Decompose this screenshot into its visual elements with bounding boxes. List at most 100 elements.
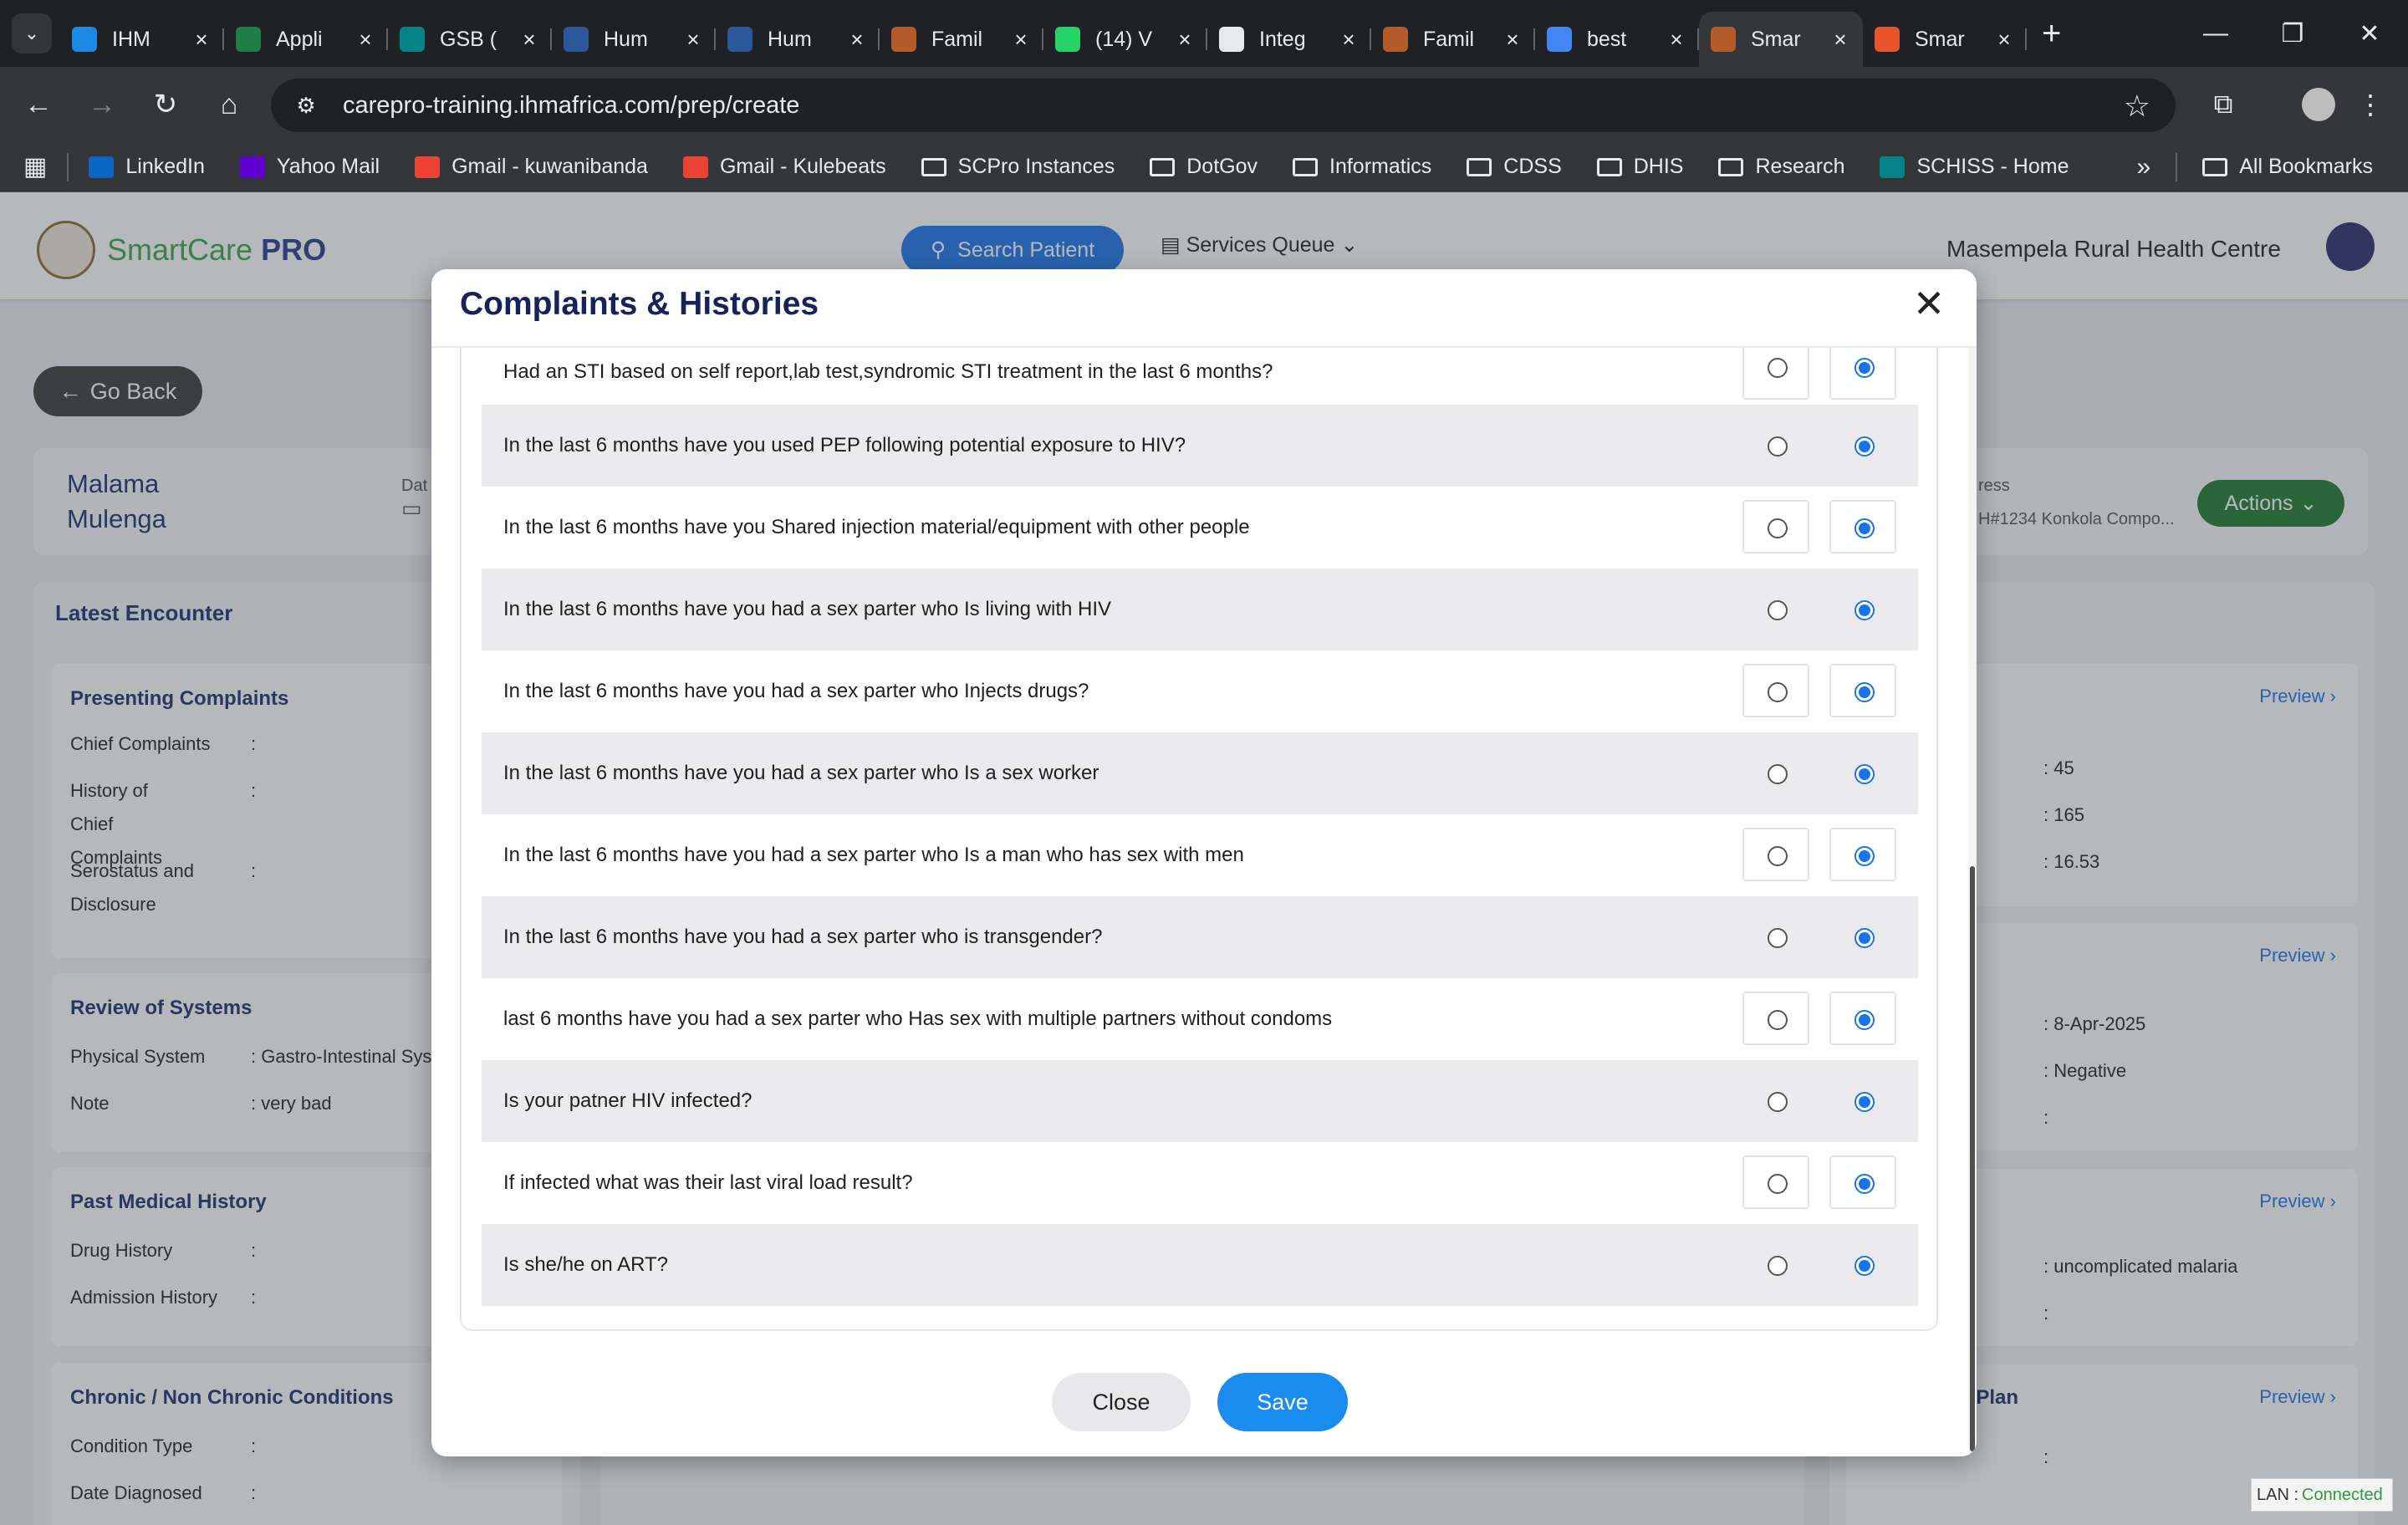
browser-tab[interactable]: GSB (× xyxy=(388,12,552,67)
browser-tab[interactable]: Smar × xyxy=(1699,12,1863,67)
site-info-icon[interactable]: ⚙ xyxy=(279,93,333,119)
modal-close-button[interactable]: ✕ xyxy=(1908,282,1950,325)
answer-yes-radio[interactable] xyxy=(1854,1256,1875,1276)
new-tab-button[interactable]: + xyxy=(2042,15,2061,53)
answer-yes-radio[interactable] xyxy=(1854,358,1875,378)
answer-yes-cell[interactable] xyxy=(1829,418,1896,472)
browser-tab[interactable]: Integ × xyxy=(1207,12,1371,67)
tab-close-icon[interactable]: × xyxy=(1993,27,2015,53)
address-bar[interactable]: ⚙ carepro-training.ihmafrica.com/prep/cr… xyxy=(271,79,2176,132)
answer-yes-radio[interactable] xyxy=(1854,436,1875,456)
more-bookmarks-icon[interactable]: » xyxy=(2137,153,2151,181)
tab-close-icon[interactable]: × xyxy=(1338,27,1360,53)
url-text[interactable]: carepro-training.ihmafrica.com/prep/crea… xyxy=(343,92,799,120)
answer-yes-radio[interactable] xyxy=(1854,600,1875,620)
answer-no-cell[interactable] xyxy=(1742,664,1809,717)
answer-no-radio[interactable] xyxy=(1768,928,1788,948)
bookmark-item[interactable]: Gmail - Kulebeats xyxy=(682,155,886,179)
bookmark-item[interactable]: SCPro Instances xyxy=(921,155,1115,179)
answer-no-cell[interactable] xyxy=(1742,910,1809,963)
answer-no-radio[interactable] xyxy=(1768,518,1788,538)
answer-yes-cell[interactable] xyxy=(1829,582,1896,635)
answer-no-cell[interactable] xyxy=(1742,1155,1809,1209)
bookmark-item[interactable]: Research xyxy=(1718,155,1844,179)
window-close-button[interactable]: ✕ xyxy=(2331,0,2408,67)
reload-button[interactable]: ↻ xyxy=(140,79,191,130)
answer-yes-radio[interactable] xyxy=(1854,764,1875,784)
answer-yes-radio[interactable] xyxy=(1854,518,1875,538)
browser-tab[interactable]: Famil × xyxy=(880,12,1043,67)
answer-no-radio[interactable] xyxy=(1768,1256,1788,1276)
answer-no-cell[interactable] xyxy=(1742,500,1809,553)
all-bookmarks-button[interactable]: All Bookmarks xyxy=(2202,155,2373,179)
answer-no-radio[interactable] xyxy=(1768,600,1788,620)
answer-yes-radio[interactable] xyxy=(1854,682,1875,702)
answer-yes-radio[interactable] xyxy=(1854,1174,1875,1194)
answer-no-radio[interactable] xyxy=(1768,1010,1788,1030)
answer-no-cell[interactable] xyxy=(1742,746,1809,799)
answer-no-radio[interactable] xyxy=(1768,1174,1788,1194)
bookmark-item[interactable]: Gmail - kuwanibanda xyxy=(415,155,648,179)
answer-yes-radio[interactable] xyxy=(1854,928,1875,948)
answer-yes-cell[interactable] xyxy=(1829,1155,1896,1209)
answer-yes-cell[interactable] xyxy=(1829,1074,1896,1127)
browser-tab[interactable]: Smar × xyxy=(1863,12,2027,67)
scrollbar-thumb[interactable] xyxy=(1970,866,1975,1451)
answer-yes-cell[interactable] xyxy=(1829,828,1896,881)
answer-no-cell[interactable] xyxy=(1742,418,1809,472)
home-button[interactable]: ⌂ xyxy=(204,79,254,130)
answer-no-radio[interactable] xyxy=(1768,764,1788,784)
tab-close-icon[interactable]: × xyxy=(1829,27,1851,53)
bookmark-item[interactable]: Yahoo Mail xyxy=(239,155,380,179)
tab-close-icon[interactable]: × xyxy=(1502,27,1523,53)
browser-menu-button[interactable]: ⋮ xyxy=(2348,77,2393,132)
answer-yes-cell[interactable] xyxy=(1829,500,1896,553)
answer-no-radio[interactable] xyxy=(1768,846,1788,866)
bookmark-item[interactable]: DotGov xyxy=(1150,155,1258,179)
answer-no-radio[interactable] xyxy=(1768,358,1788,378)
answer-yes-cell[interactable] xyxy=(1829,664,1896,717)
tab-close-icon[interactable]: × xyxy=(846,27,868,53)
browser-tab[interactable]: best × xyxy=(1535,12,1699,67)
bookmark-item[interactable]: DHIS xyxy=(1596,155,1683,179)
answer-yes-radio[interactable] xyxy=(1854,846,1875,866)
tab-close-icon[interactable]: × xyxy=(1174,27,1196,53)
tab-close-icon[interactable]: × xyxy=(355,27,376,53)
tab-close-icon[interactable]: × xyxy=(191,27,212,53)
save-button[interactable]: Save xyxy=(1217,1373,1348,1431)
bookmark-item[interactable]: Informatics xyxy=(1293,155,1431,179)
answer-yes-cell[interactable] xyxy=(1829,746,1896,799)
browser-tab[interactable]: Hum × xyxy=(716,12,880,67)
answer-yes-cell[interactable] xyxy=(1829,910,1896,963)
extensions-button[interactable]: ⧉ xyxy=(2196,77,2251,132)
bookmark-star-icon[interactable]: ☆ xyxy=(2124,89,2150,124)
minimize-button[interactable]: — xyxy=(2177,0,2254,67)
close-button[interactable]: Close xyxy=(1052,1373,1191,1431)
browser-tab[interactable]: Hum × xyxy=(552,12,716,67)
answer-yes-cell[interactable] xyxy=(1829,1237,1896,1291)
answer-yes-radio[interactable] xyxy=(1854,1010,1875,1030)
answer-no-cell[interactable] xyxy=(1742,1074,1809,1127)
answer-no-radio[interactable] xyxy=(1768,682,1788,702)
bookmark-item[interactable]: SCHISS - Home xyxy=(1880,155,2069,179)
apps-grid-icon[interactable]: ▦ xyxy=(23,152,47,181)
answer-no-radio[interactable] xyxy=(1768,436,1788,456)
answer-yes-cell[interactable] xyxy=(1829,348,1896,400)
back-button[interactable]: ← xyxy=(13,79,64,130)
restore-button[interactable]: ❐ xyxy=(2254,0,2331,67)
answer-yes-radio[interactable] xyxy=(1854,1092,1875,1112)
answer-no-radio[interactable] xyxy=(1768,1092,1788,1112)
answer-no-cell[interactable] xyxy=(1742,1237,1809,1291)
browser-tab[interactable]: Appli × xyxy=(224,12,388,67)
forward-button[interactable]: → xyxy=(77,79,127,130)
tab-close-icon[interactable]: × xyxy=(1666,27,1687,53)
bookmark-item[interactable]: CDSS xyxy=(1467,155,1562,179)
profile-button[interactable] xyxy=(2291,77,2346,132)
bookmark-item[interactable]: LinkedIn xyxy=(89,155,205,179)
browser-tab[interactable]: Famil × xyxy=(1371,12,1535,67)
browser-tab[interactable]: (14) V × xyxy=(1043,12,1207,67)
answer-no-cell[interactable] xyxy=(1742,348,1809,400)
tab-close-icon[interactable]: × xyxy=(518,27,540,53)
tab-search-button[interactable]: ⌄ xyxy=(12,13,52,54)
browser-tab[interactable]: IHM × xyxy=(60,12,224,67)
